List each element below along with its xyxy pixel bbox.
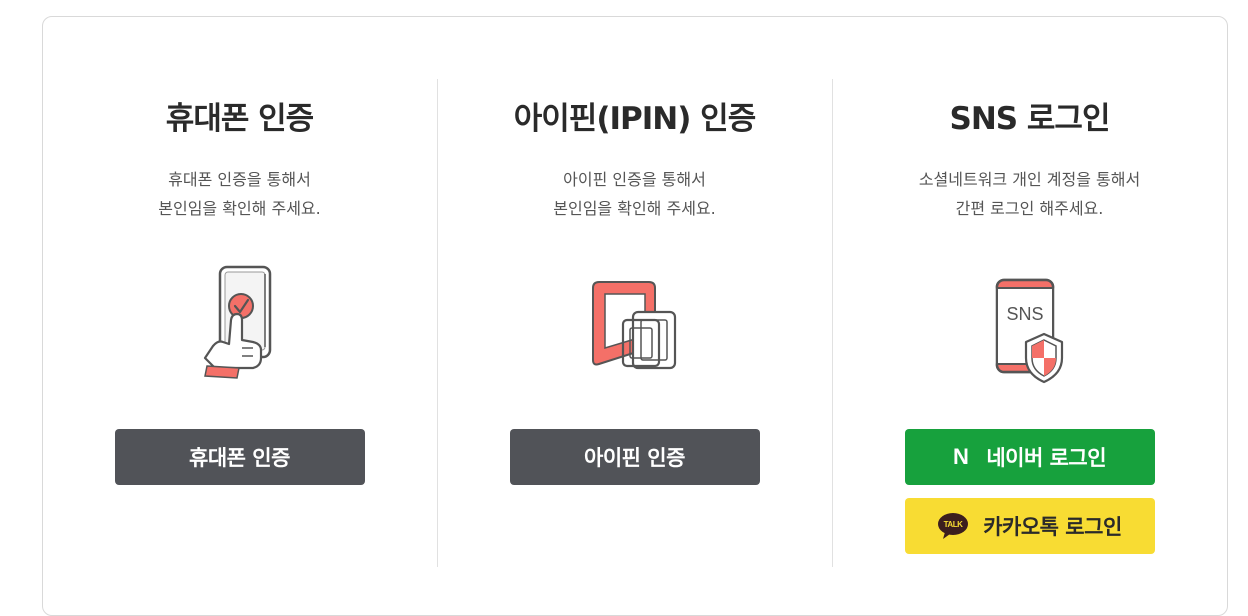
naver-logo-icon: N bbox=[952, 444, 969, 469]
phone-auth-description: 휴대폰 인증을 통해서 본인임을 확인해 주세요. bbox=[42, 165, 437, 223]
sns-shield-phone-icon: SNS bbox=[990, 276, 1070, 388]
ipin-auth-desc-line1: 아이핀 인증을 통해서 bbox=[563, 170, 706, 189]
ipin-auth-title: 아이핀(IPIN) 인증 bbox=[513, 101, 756, 137]
kakaotalk-bubble-icon: TALK bbox=[937, 512, 969, 540]
naver-login-label: 네이버 로그인 bbox=[986, 446, 1107, 470]
kakao-login-button[interactable]: TALK 카카오톡 로그인 bbox=[904, 498, 1155, 554]
ipin-auth-button[interactable]: 아이핀 인증 bbox=[509, 429, 760, 485]
naver-login-button[interactable]: N 네이버 로그인 bbox=[904, 429, 1155, 485]
phone-auth-title: 휴대폰 인증 bbox=[165, 101, 314, 137]
phone-auth-button[interactable]: 휴대폰 인증 bbox=[114, 429, 365, 485]
sns-phone-text: SNS bbox=[1006, 304, 1043, 324]
ipin-icon bbox=[587, 278, 683, 374]
phone-auth-section: 휴대폰 인증 휴대폰 인증을 통해서 본인임을 확인해 주세요. 휴대폰 인증 bbox=[42, 0, 437, 592]
sns-login-title: SNS 로그인 bbox=[949, 101, 1111, 137]
sns-login-section: SNS 로그인 소셜네트워크 개인 계정을 통해서 간편 로그인 해주세요. S… bbox=[832, 0, 1227, 592]
ipin-auth-description: 아이핀 인증을 통해서 본인임을 확인해 주세요. bbox=[437, 165, 832, 223]
kakao-login-label: 카카오톡 로그인 bbox=[983, 515, 1122, 539]
sns-login-desc-line1: 소셜네트워크 개인 계정을 통해서 bbox=[918, 170, 1141, 189]
phone-auth-desc-line1: 휴대폰 인증을 통해서 bbox=[168, 170, 311, 189]
ipin-auth-desc-line2: 본인임을 확인해 주세요. bbox=[553, 199, 716, 218]
ipin-auth-section: 아이핀(IPIN) 인증 아이핀 인증을 통해서 본인임을 확인해 주세요. 아… bbox=[437, 0, 832, 592]
phone-touch-check-icon bbox=[195, 262, 285, 382]
kakao-talk-logo-text: TALK bbox=[944, 520, 963, 529]
phone-auth-desc-line2: 본인임을 확인해 주세요. bbox=[158, 199, 321, 218]
sns-login-description: 소셜네트워크 개인 계정을 통해서 간편 로그인 해주세요. bbox=[832, 165, 1227, 223]
sns-login-desc-line2: 간편 로그인 해주세요. bbox=[955, 199, 1104, 218]
